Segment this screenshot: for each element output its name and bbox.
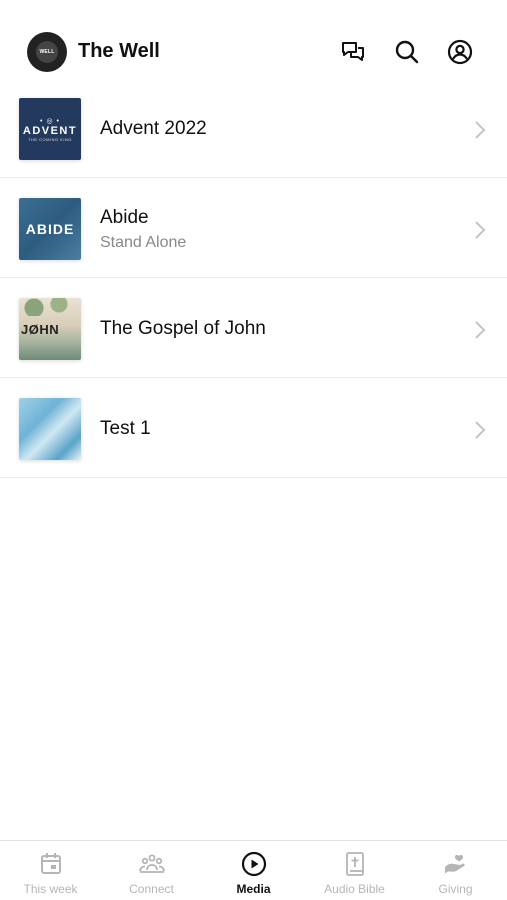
tab-label: Media [236, 882, 271, 896]
item-title: Advent 2022 [100, 118, 207, 139]
item-text: The Gospel of John [100, 318, 266, 340]
item-text: Advent 2022 [100, 118, 207, 140]
item-title: The Gospel of John [100, 318, 266, 339]
chevron-right-icon [475, 221, 486, 239]
item-text: Abide Stand Alone [100, 207, 186, 252]
series-thumbnail: ABIDE [19, 198, 81, 260]
thumb-text: ABIDE [25, 221, 75, 237]
tab-media[interactable]: Media [203, 841, 304, 900]
logo-mark: WELL [36, 41, 58, 63]
list-item[interactable]: ABIDE Abide Stand Alone [0, 178, 507, 278]
list-item[interactable]: JØHN The Gospel of John [0, 278, 507, 378]
search-icon [395, 40, 419, 64]
thumb-ornament: • ◎ • [40, 117, 60, 125]
item-text: Test 1 [100, 418, 151, 440]
item-subtitle: Stand Alone [100, 234, 187, 251]
account-button[interactable] [444, 36, 476, 68]
thumb-foliage [19, 298, 81, 316]
chevron-right-icon [475, 421, 486, 439]
church-logo[interactable]: WELL [27, 32, 67, 72]
giving-hand-icon [444, 854, 465, 874]
series-thumbnail: • ◎ • ADVENT THE COMING KING [19, 98, 81, 160]
bible-icon [345, 852, 364, 876]
bottom-tab-bar: This week Connect Media Audio Bible Givi… [0, 840, 507, 900]
thumb-subtext: THE COMING KING [28, 136, 72, 142]
chat-button[interactable] [337, 36, 369, 68]
list-item[interactable]: Test 1 [0, 378, 507, 478]
media-series-list: • ◎ • ADVENT THE COMING KING Advent 2022… [0, 78, 507, 478]
account-icon [447, 39, 473, 65]
tab-label: This week [23, 882, 78, 896]
app-title: The Well [78, 40, 160, 62]
series-thumbnail: JØHN [19, 298, 81, 360]
group-icon [138, 854, 165, 873]
search-button[interactable] [391, 36, 423, 68]
tab-connect[interactable]: Connect [101, 841, 202, 900]
tab-this-week[interactable]: This week [0, 841, 101, 900]
tab-label: Connect [129, 882, 174, 896]
tab-giving[interactable]: Giving [405, 841, 506, 900]
series-thumbnail [19, 398, 81, 460]
chevron-right-icon [475, 121, 486, 139]
thumb-text: JØHN [21, 322, 60, 337]
thumb-text: ADVENT [22, 124, 78, 137]
list-item[interactable]: • ◎ • ADVENT THE COMING KING Advent 2022 [0, 78, 507, 178]
chat-icon [342, 42, 364, 61]
item-title: Test 1 [100, 418, 151, 439]
tab-label: Audio Bible [324, 882, 385, 896]
play-icon [241, 851, 266, 877]
tab-label: Giving [438, 882, 473, 896]
chevron-right-icon [475, 321, 486, 339]
tab-audio-bible[interactable]: Audio Bible [304, 841, 405, 900]
calendar-icon [40, 853, 61, 874]
item-title: Abide [100, 207, 149, 228]
